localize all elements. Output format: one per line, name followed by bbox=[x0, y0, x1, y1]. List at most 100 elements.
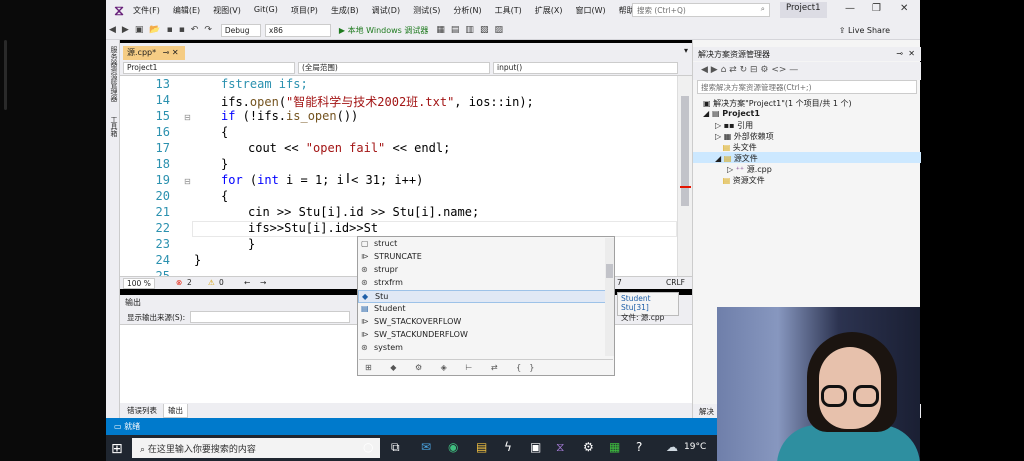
toolbar-icon-c[interactable]: ▥ bbox=[465, 25, 474, 35]
expand-icon[interactable]: ◢ bbox=[715, 154, 724, 163]
tree-solution[interactable]: ▣ 解决方案"Project1"(1 个项目/共 1 个) bbox=[703, 98, 852, 109]
menu-test[interactable]: 测试(S) bbox=[413, 5, 440, 16]
menu-project[interactable]: 项目(P) bbox=[291, 5, 318, 16]
app-icon-lightning[interactable]: ϟ bbox=[504, 440, 512, 454]
forward-icon[interactable]: ▶ bbox=[122, 25, 129, 35]
expand-icon[interactable]: ▷ bbox=[727, 165, 736, 174]
platform-select[interactable]: x86 bbox=[264, 23, 331, 37]
pin-icon[interactable]: ⊸ bbox=[163, 48, 170, 57]
save-icon[interactable]: ▪ bbox=[167, 25, 173, 35]
tree-source-files[interactable]: ◢ ▤ 源文件 bbox=[715, 153, 758, 164]
se-refresh-icon[interactable]: ↻ bbox=[740, 65, 750, 75]
configuration-select[interactable]: Debug bbox=[220, 23, 261, 37]
file-explorer-icon[interactable]: ▤ bbox=[476, 440, 487, 454]
new-item-icon[interactable]: ▣ bbox=[135, 25, 144, 35]
scope-nav-select[interactable]: (全局范围) bbox=[298, 62, 490, 74]
expand-icon[interactable]: ▷ bbox=[715, 121, 724, 130]
menu-window[interactable]: 窗口(W) bbox=[576, 5, 606, 16]
se-back-icon[interactable]: ◀ bbox=[701, 65, 711, 75]
fold-marker-icon[interactable]: ⊟ bbox=[184, 113, 191, 122]
run-button[interactable]: ▶ 本地 Windows 调试器 bbox=[339, 25, 429, 36]
se-sync-icon[interactable]: ⇄ bbox=[729, 65, 739, 75]
editor-vertical-scrollbar[interactable] bbox=[677, 76, 692, 276]
scrollbar-thumb[interactable] bbox=[681, 96, 689, 206]
help-icon[interactable]: ? bbox=[636, 440, 642, 454]
completion-item[interactable]: ⊛ strupr bbox=[358, 264, 606, 277]
task-view-icon[interactable]: ⧉ bbox=[391, 440, 400, 455]
redo-icon[interactable]: ↷ bbox=[204, 25, 212, 35]
menu-tools[interactable]: 工具(T) bbox=[495, 5, 522, 16]
open-icon[interactable]: 📂 bbox=[149, 25, 160, 35]
se-properties-icon[interactable]: ⚙ bbox=[760, 65, 771, 75]
close-icon[interactable]: ✕ bbox=[900, 3, 908, 14]
edge-icon[interactable]: ◉ bbox=[448, 440, 458, 454]
completion-item[interactable]: ⧐ SW_STACKOVERFLOW bbox=[358, 316, 606, 329]
taskbar-search-input[interactable]: ⌕ 在这里输入你要搜索的内容 bbox=[132, 438, 380, 458]
fold-marker-icon[interactable]: ⊟ bbox=[184, 177, 191, 186]
completion-item[interactable]: ⊛ strxfrm bbox=[358, 277, 606, 290]
visual-studio-taskbar-icon[interactable]: ⧖ bbox=[556, 440, 564, 455]
se-forward-icon[interactable]: ▶ bbox=[711, 65, 721, 75]
se-minus-icon[interactable]: — bbox=[789, 65, 798, 75]
se-code-icon[interactable]: <> bbox=[771, 65, 789, 75]
nav-back-icon[interactable]: ← bbox=[244, 278, 250, 287]
live-share-button[interactable]: ⇪ Live Share bbox=[839, 26, 890, 35]
toolbox-tab[interactable]: 工具箱 bbox=[107, 116, 119, 137]
menu-view[interactable]: 视图(V) bbox=[213, 5, 241, 16]
toolbar-icon-a[interactable]: ▦ bbox=[436, 25, 445, 35]
toolbar-icon-b[interactable]: ▤ bbox=[451, 25, 460, 35]
undo-icon[interactable]: ↶ bbox=[191, 25, 199, 35]
tree-resource-files[interactable]: ▤ 资源文件 bbox=[715, 175, 765, 186]
completion-item-selected[interactable]: ◆ Stu bbox=[358, 290, 606, 303]
line-ending[interactable]: CRLF bbox=[666, 278, 685, 287]
mail-icon[interactable]: ✉ bbox=[421, 440, 431, 454]
warning-count[interactable]: 0 bbox=[219, 278, 224, 287]
save-all-icon[interactable]: ▪ bbox=[179, 25, 185, 35]
expand-icon[interactable]: ▷ bbox=[715, 132, 724, 141]
se-close-icon[interactable]: ✕ bbox=[908, 49, 915, 58]
menu-git[interactable]: Git(G) bbox=[254, 5, 278, 16]
completion-scrollbar[interactable] bbox=[605, 238, 614, 356]
tree-external-deps[interactable]: ▷ ▦ 外部依赖项 bbox=[715, 131, 774, 142]
tab-dropdown-icon[interactable]: ▾ bbox=[684, 46, 688, 55]
solution-explorer-search-input[interactable]: 搜索解决方案资源管理器(Ctrl+;) bbox=[697, 80, 917, 94]
expand-icon[interactable]: ◢ bbox=[703, 109, 712, 118]
tree-references[interactable]: ▷ ▪▪ 引用 bbox=[715, 120, 753, 131]
se-pin-icon[interactable]: ⊸ bbox=[896, 49, 903, 58]
member-nav-select[interactable]: input() bbox=[493, 62, 678, 74]
completion-item[interactable]: ▢ struct bbox=[358, 238, 606, 251]
completion-item[interactable]: ▤ Student bbox=[358, 303, 606, 316]
nav-forward-icon[interactable]: → bbox=[260, 278, 266, 287]
menu-debug[interactable]: 调试(D) bbox=[372, 5, 400, 16]
tab-close-icon[interactable]: ✕ bbox=[172, 48, 179, 57]
app-icon-green[interactable]: ▦ bbox=[609, 440, 620, 454]
se-collapse-icon[interactable]: ⊟ bbox=[750, 65, 760, 75]
tab-source-cpp[interactable]: 源.cpp* ⊸ ✕ bbox=[123, 46, 185, 60]
tree-source-cpp[interactable]: ▷ ⁺⁺ 源.cpp bbox=[727, 164, 772, 175]
store-icon[interactable]: ▣ bbox=[530, 440, 541, 454]
output-source-select[interactable] bbox=[190, 311, 350, 323]
completion-item[interactable]: ⧐ SW_STACKUNDERFLOW bbox=[358, 329, 606, 342]
maximize-icon[interactable]: ❐ bbox=[872, 3, 881, 14]
menu-file[interactable]: 文件(F) bbox=[133, 5, 160, 16]
minimize-icon[interactable]: — bbox=[845, 3, 855, 14]
cortana-icon[interactable]: ○ bbox=[363, 440, 373, 454]
zoom-select[interactable]: 100 % bbox=[123, 278, 155, 289]
menu-analyze[interactable]: 分析(N) bbox=[453, 5, 481, 16]
server-explorer-tab[interactable]: 服务器资源管理器 bbox=[107, 46, 119, 102]
back-icon[interactable]: ◀ bbox=[109, 25, 116, 35]
toolbar-icon-d[interactable]: ▧ bbox=[480, 25, 489, 35]
tab-error-list[interactable]: 错误列表 bbox=[123, 404, 161, 417]
menu-build[interactable]: 生成(B) bbox=[331, 5, 359, 16]
se-home-icon[interactable]: ⌂ bbox=[721, 65, 730, 75]
toolbar-icon-e[interactable]: ▨ bbox=[494, 25, 503, 35]
error-count[interactable]: 2 bbox=[187, 278, 192, 287]
global-search-input[interactable]: 搜索 (Ctrl+Q) ⌕ bbox=[632, 3, 770, 17]
completion-filter-bar[interactable]: ⊞ ◆ ⚙ ◈ ⊢ ⇄ {} bbox=[359, 359, 613, 375]
tab-output[interactable]: 输出 bbox=[163, 404, 188, 418]
completion-item[interactable]: ⊛ system bbox=[358, 342, 606, 355]
settings-icon[interactable]: ⚙ bbox=[583, 440, 594, 454]
scrollbar-thumb[interactable] bbox=[606, 264, 613, 278]
menu-edit[interactable]: 编辑(E) bbox=[173, 5, 200, 16]
tree-project[interactable]: ◢ ▤ Project1 bbox=[703, 109, 760, 118]
